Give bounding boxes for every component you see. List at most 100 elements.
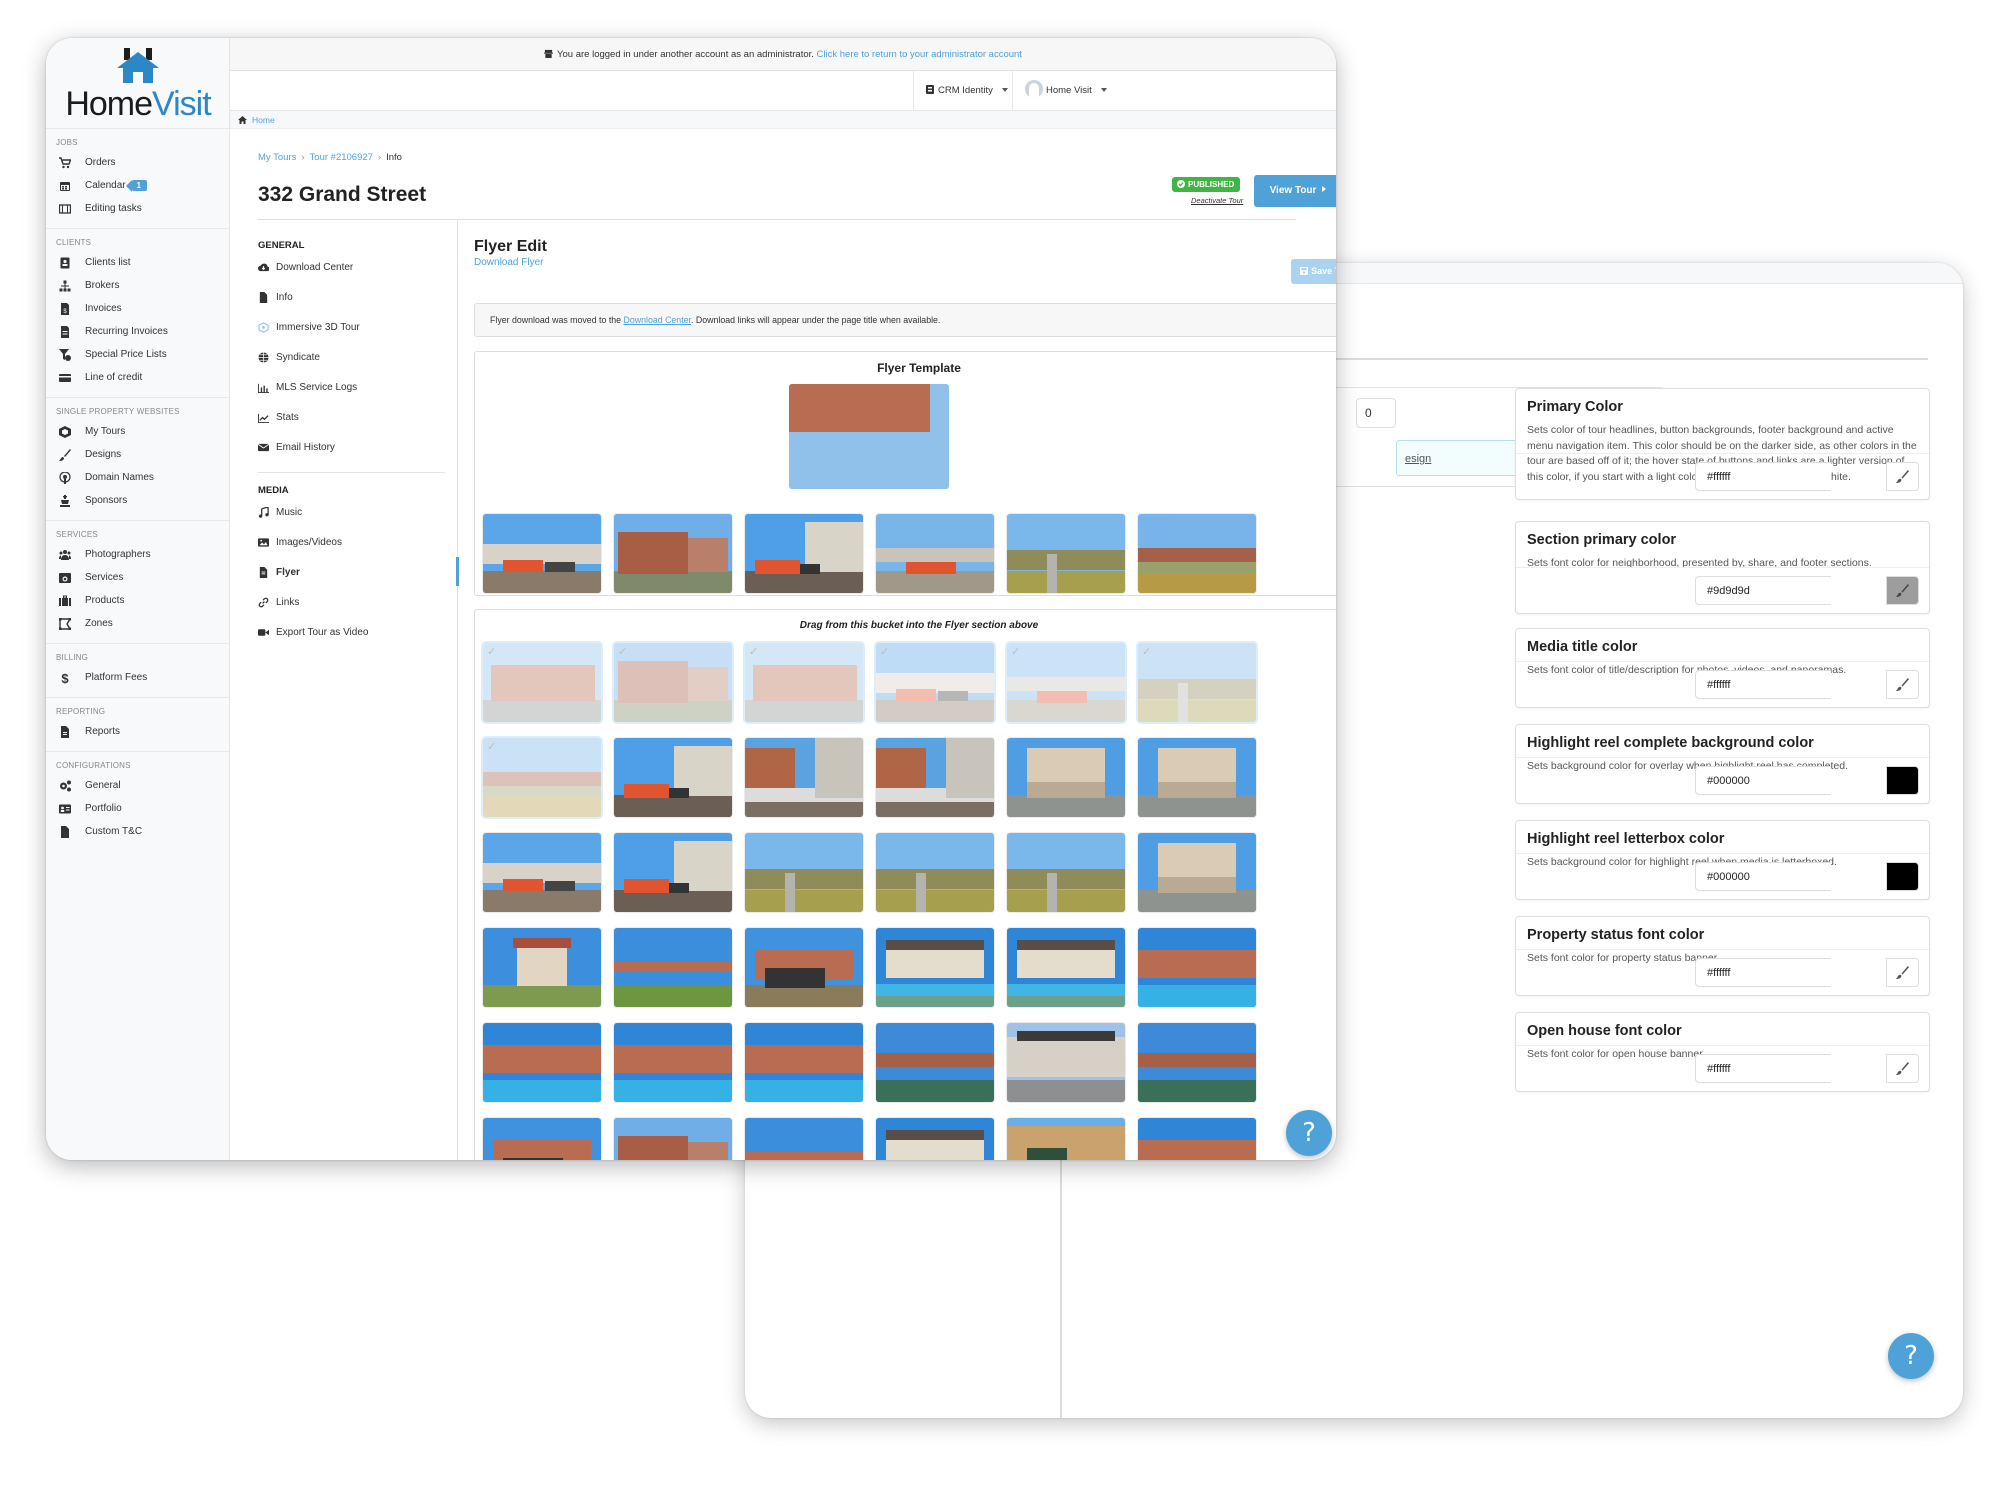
bucket-photo[interactable] [745,928,863,1007]
color-hex-input[interactable]: #ffffff [1695,958,1831,987]
bucket-photo[interactable]: ✓ [745,643,863,722]
bucket-photo[interactable] [1007,1023,1125,1102]
bucket-photo[interactable] [876,738,994,817]
bucket-photo[interactable] [483,1118,601,1160]
color-hex-input[interactable]: #ffffff [1695,1054,1831,1083]
design-input[interactable]: 0 [1356,398,1396,428]
bucket-photo[interactable] [745,738,863,817]
color-hex-input[interactable]: #ffffff [1695,670,1831,699]
bucket-photo[interactable] [614,833,732,912]
download-center-link[interactable]: Download Center [624,315,691,325]
tour-nav-info[interactable]: Info [258,282,457,312]
bucket-photo[interactable]: ✓ [1007,643,1125,722]
flyer-slot-photo[interactable] [614,514,732,593]
save-tour-button[interactable]: Save Tour [1291,259,1336,284]
bucket-photo[interactable] [1138,738,1256,817]
bucket-photo[interactable] [483,928,601,1007]
sidebar-item-clients-list[interactable]: Clients list [46,251,229,274]
sidebar-item-portfolio[interactable]: Portfolio [46,797,229,820]
bucket-photo[interactable] [876,1023,994,1102]
flyer-main-photo[interactable] [789,384,949,489]
sidebar-item-brokers[interactable]: Brokers [46,274,229,297]
help-button[interactable]: ? [1286,1110,1332,1156]
sidebar-item-orders[interactable]: Orders [46,151,229,174]
color-hex-input[interactable]: #9d9d9d [1695,576,1831,605]
sidebar-item-designs[interactable]: Designs [46,443,229,466]
tour-nav-flyer[interactable]: Flyer [258,557,457,587]
sidebar-item-reports[interactable]: Reports [46,720,229,743]
tour-nav-email-history[interactable]: Email History [258,432,457,462]
bucket-photo[interactable] [483,833,601,912]
bucket-photo[interactable] [745,1023,863,1102]
user-dropdown[interactable]: Home Visit [1012,71,1119,111]
bucket-photo[interactable] [1138,833,1256,912]
sidebar-item-sponsors[interactable]: Sponsors [46,489,229,512]
tour-nav-download-center[interactable]: Download Center [258,252,457,282]
bucket-photo[interactable]: ✓ [1138,643,1256,722]
flyer-slot-photo[interactable] [1007,514,1125,593]
color-picker-button[interactable] [1886,670,1919,699]
sidebar-item-general[interactable]: General [46,774,229,797]
tour-nav-music[interactable]: Music [258,497,457,527]
sidebar-item-invoices[interactable]: $ Invoices [46,297,229,320]
sidebar-item-recurring-invoices[interactable]: Recurring Invoices [46,320,229,343]
tour-nav-export-tour-as-video[interactable]: Export Tour as Video [258,617,457,647]
homevisit-logo[interactable]: HomeVisit [58,48,218,128]
flyer-slot-photo[interactable] [745,514,863,593]
sidebar-item-photographers[interactable]: Photographers [46,543,229,566]
bucket-photo[interactable] [1007,928,1125,1007]
bucket-photo[interactable]: ✓ [876,643,994,722]
bucket-photo[interactable] [614,738,732,817]
color-picker-button[interactable] [1886,462,1919,491]
sidebar-item-special-price-lists[interactable]: Special Price Lists [46,343,229,366]
color-picker-button[interactable] [1886,862,1919,891]
bucket-photo[interactable]: ✓ [614,643,732,722]
color-picker-button[interactable] [1886,766,1919,795]
crm-identity-dropdown[interactable]: CRM Identity [913,71,1020,111]
breadcrumb-tour[interactable]: Tour #2106927 [310,152,373,163]
bucket-photo[interactable] [745,1118,863,1160]
bucket-photo[interactable]: ✓ [483,643,601,722]
flyer-slot-photo[interactable] [1138,514,1256,593]
sidebar-item-my-tours[interactable]: My Tours [46,420,229,443]
bucket-photo[interactable] [614,928,732,1007]
download-flyer-link[interactable]: Download Flyer [474,257,543,268]
bucket-photo[interactable] [1138,928,1256,1007]
bucket-photo[interactable] [876,833,994,912]
sidebar-item-products[interactable]: Products [46,589,229,612]
tour-nav-images-videos[interactable]: Images/Videos [258,527,457,557]
color-picker-button[interactable] [1886,1054,1919,1083]
bucket-photo[interactable] [1007,738,1125,817]
tour-nav-syndicate[interactable]: Syndicate [258,342,457,372]
flyer-slot-photo[interactable] [876,514,994,593]
bucket-photo[interactable]: ✓ [483,738,601,817]
tour-nav-stats[interactable]: Stats [258,402,457,432]
deactivate-tour-link[interactable]: Deactivate Tour [1191,196,1243,205]
sidebar-item-custom-t-c[interactable]: Custom T&C [46,820,229,843]
sidebar-item-line-of-credit[interactable]: Line of credit [46,366,229,389]
sidebar-item-editing-tasks[interactable]: Editing tasks [46,197,229,220]
sidebar-item-platform-fees[interactable]: $ Platform Fees [46,666,229,689]
bucket-photo[interactable] [1138,1023,1256,1102]
bucket-photo[interactable] [483,1023,601,1102]
bucket-photo[interactable] [745,833,863,912]
bucket-photo[interactable] [614,1118,732,1160]
flyer-slot-photo[interactable] [483,514,601,593]
bucket-photo[interactable] [876,928,994,1007]
sidebar-item-calendar[interactable]: Calendar 1 [46,174,229,197]
color-picker-button[interactable] [1886,958,1919,987]
breadcrumb-my-tours[interactable]: My Tours [258,152,296,163]
color-hex-input[interactable]: #000000 [1695,862,1831,891]
sidebar-item-services[interactable]: Services [46,566,229,589]
home-link[interactable]: Home [252,115,275,125]
tour-nav-mls-service-logs[interactable]: MLS Service Logs [258,372,457,402]
bucket-photo[interactable] [1138,1118,1256,1160]
view-tour-button[interactable]: View Tour [1254,175,1336,207]
return-admin-link[interactable]: Click here to return to your administrat… [817,49,1022,60]
bucket-photo[interactable] [614,1023,732,1102]
sidebar-item-zones[interactable]: Zones [46,612,229,635]
color-hex-input[interactable]: #000000 [1695,766,1831,795]
tour-nav-links[interactable]: Links [258,587,457,617]
bucket-photo[interactable] [1007,833,1125,912]
tour-nav-immersive-3d-tour[interactable]: Immersive 3D Tour [258,312,457,342]
